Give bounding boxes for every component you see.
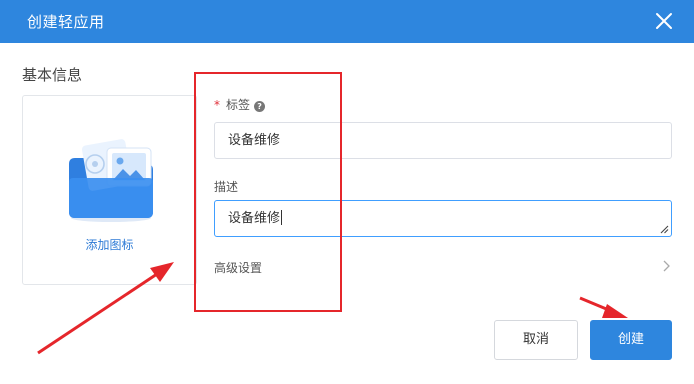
cancel-button[interactable]: 取消 xyxy=(494,320,578,360)
tag-input-value: 设备维修 xyxy=(228,133,281,148)
tag-input[interactable]: 设备维修 xyxy=(214,122,672,159)
resize-handle-icon[interactable] xyxy=(659,224,669,234)
dialog-title: 创建轻应用 xyxy=(27,13,105,31)
required-mark: * xyxy=(214,98,220,112)
red-arrow-right-annotation xyxy=(579,296,628,318)
create-button[interactable]: 创建 xyxy=(590,320,672,360)
description-label: 描述 xyxy=(214,180,239,194)
section-title-basic-info: 基本信息 xyxy=(22,66,83,84)
description-textarea[interactable]: 设备维修 xyxy=(214,200,672,237)
description-value: 设备维修 xyxy=(228,211,281,226)
chevron-right-icon xyxy=(663,260,670,272)
close-icon[interactable] xyxy=(652,9,676,33)
advanced-settings-label: 高级设置 xyxy=(214,261,263,275)
tag-label-row: * 标签? xyxy=(214,96,266,113)
text-caret xyxy=(281,210,283,225)
add-icon-card[interactable]: 添加图标 xyxy=(22,95,197,285)
tag-label: 标签 xyxy=(226,98,251,112)
help-icon[interactable]: ? xyxy=(254,101,266,112)
advanced-settings-row[interactable]: 高级设置 xyxy=(214,255,672,279)
dialog-header: 创建轻应用 xyxy=(0,0,694,43)
add-icon-label[interactable]: 添加图标 xyxy=(23,236,196,253)
folder-image-icon xyxy=(69,139,153,222)
